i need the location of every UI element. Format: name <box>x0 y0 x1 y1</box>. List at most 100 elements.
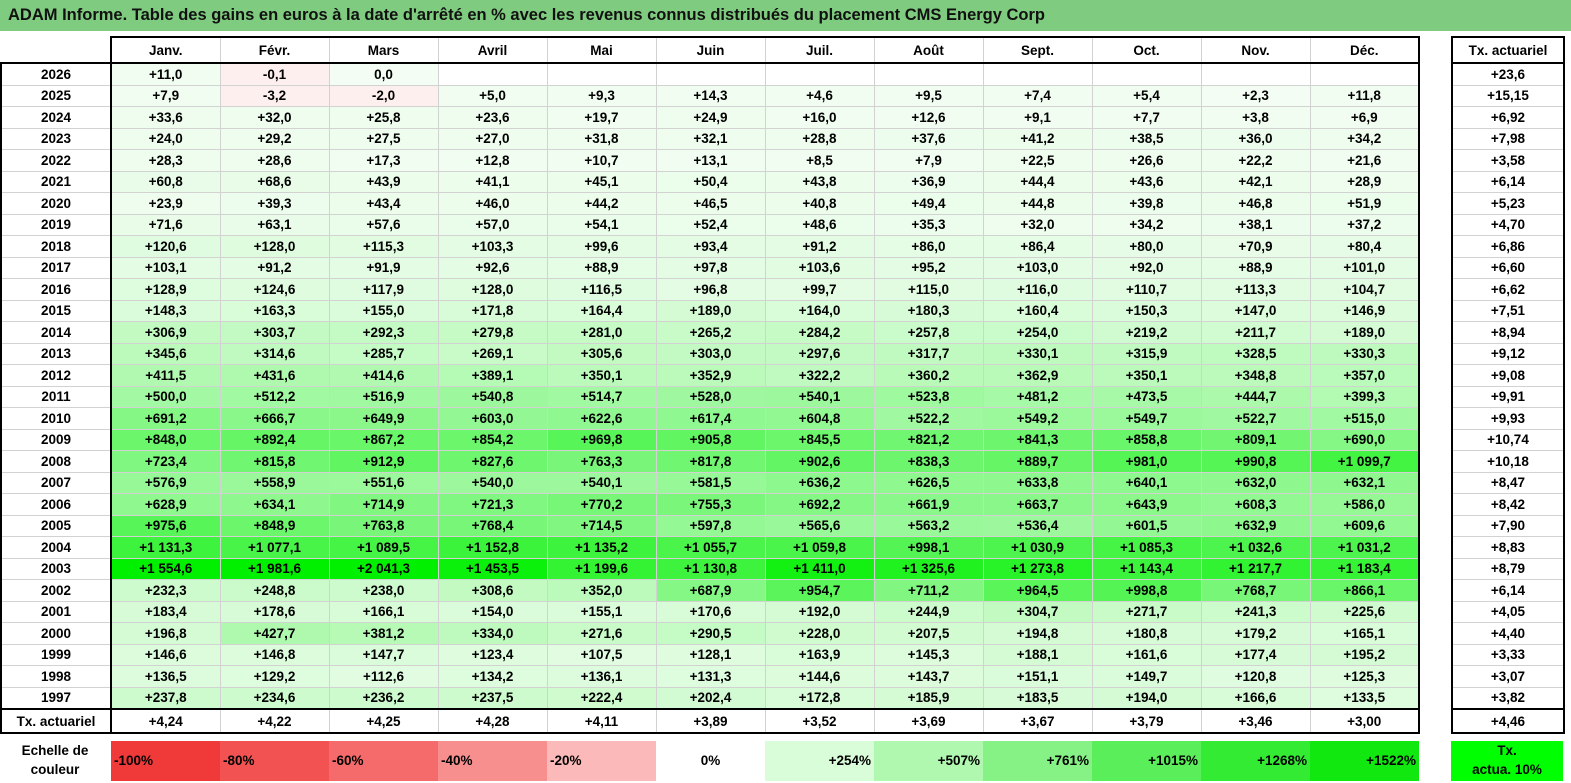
value-cell: +35,3 <box>873 213 984 236</box>
value-cell: +838,3 <box>873 450 984 473</box>
value-cell: +189,0 <box>1309 321 1420 344</box>
value-cell: +129,2 <box>219 665 330 688</box>
value-cell: +180,8 <box>1091 622 1202 645</box>
gains-table: Janv. Févr. Mars Avril Mai Juin Juil. Août Sept.… <box>0 36 1420 734</box>
value-cell: +225,6 <box>1309 600 1420 623</box>
value-cell: +269,1 <box>437 342 548 365</box>
value-cell: +7,9 <box>110 84 221 107</box>
rate-cell: +6,92 <box>1451 106 1565 129</box>
value-cell: +9,3 <box>546 84 657 107</box>
value-cell: +44,2 <box>546 192 657 215</box>
value-cell: +768,7 <box>1200 579 1311 602</box>
value-cell: +45,1 <box>546 170 657 193</box>
year-cell: 2009 <box>0 428 112 451</box>
rate-cell: +4,70 <box>1451 213 1565 236</box>
value-cell: +29,2 <box>219 127 330 150</box>
value-cell: +7,9 <box>873 149 984 172</box>
value-cell: +99,6 <box>546 235 657 258</box>
value-cell: +115,3 <box>328 235 439 258</box>
value-cell: +257,8 <box>873 321 984 344</box>
value-cell: +711,2 <box>873 579 984 602</box>
value-cell: +112,6 <box>328 665 439 688</box>
value-cell: +617,4 <box>655 407 766 430</box>
rate-cell: +4,05 <box>1451 600 1565 623</box>
value-cell: +57,0 <box>437 213 548 236</box>
value-cell: +1 032,6 <box>1200 536 1311 559</box>
corner-cell <box>1 37 111 64</box>
value-cell: +128,0 <box>219 235 330 258</box>
value-cell: +134,2 <box>437 665 548 688</box>
table-body: 2026 +11,0 -0,1 0,0 2025 +7,9 -3,2 -2,0 +5,0 +9,3… <box>0 62 1420 710</box>
month-header: Avril <box>437 36 548 64</box>
table-row: 2021 +60,8 +68,6 +43,9 +41,1 +45,1 +50,4 +43,8 +… <box>0 170 1420 193</box>
value-cell: +1 099,7 <box>1309 450 1420 473</box>
table-row: 1998 +136,5 +129,2 +112,6 +134,2 +136,1 +131,3… <box>0 665 1420 688</box>
value-cell: +177,4 <box>1200 643 1311 666</box>
value-cell <box>437 62 548 86</box>
footer-value: +3,52 <box>764 708 875 734</box>
value-cell: +120,6 <box>110 235 221 258</box>
year-cell: 2002 <box>0 579 112 602</box>
value-cell: +88,9 <box>1200 256 1311 279</box>
value-cell: +563,2 <box>873 514 984 537</box>
value-cell: +123,4 <box>437 643 548 666</box>
value-cell: +52,4 <box>655 213 766 236</box>
value-cell: +68,6 <box>219 170 330 193</box>
value-cell: +147,0 <box>1200 299 1311 322</box>
value-cell: +586,0 <box>1309 493 1420 516</box>
value-cell: +244,9 <box>873 600 984 623</box>
value-cell: +633,8 <box>982 471 1093 494</box>
value-cell: +411,5 <box>110 364 221 387</box>
value-cell: +219,2 <box>1091 321 1202 344</box>
value-cell: +981,0 <box>1091 450 1202 473</box>
table-row: 2019 +71,6 +63,1 +57,6 +57,0 +54,1 +52,4 +48,6 +… <box>0 213 1420 236</box>
value-cell: +381,2 <box>328 622 439 645</box>
value-cell: +24,0 <box>110 127 221 150</box>
value-cell: +414,6 <box>328 364 439 387</box>
value-cell: +643,9 <box>1091 493 1202 516</box>
value-cell: +271,7 <box>1091 600 1202 623</box>
value-cell: +28,6 <box>219 149 330 172</box>
value-cell: +183,5 <box>982 686 1093 710</box>
value-cell: +292,3 <box>328 321 439 344</box>
value-cell: +11,8 <box>1309 84 1420 107</box>
value-cell: +97,8 <box>655 256 766 279</box>
value-cell: +163,9 <box>764 643 875 666</box>
value-cell: +330,3 <box>1309 342 1420 365</box>
rate-cell: +6,14 <box>1451 579 1565 602</box>
value-cell: +91,2 <box>219 256 330 279</box>
value-cell: +42,1 <box>1200 170 1311 193</box>
value-cell: +28,8 <box>764 127 875 150</box>
table-row: 2010 +691,2 +666,7 +649,9 +603,0 +622,6 +617,4… <box>0 407 1420 430</box>
value-cell: +194,8 <box>982 622 1093 645</box>
value-cell: +9,5 <box>873 84 984 107</box>
month-header: Nov. <box>1200 36 1311 64</box>
value-cell: +687,9 <box>655 579 766 602</box>
month-header: Déc. <box>1309 36 1420 64</box>
table-row: 2001 +183,4 +178,6 +166,1 +154,0 +155,1 +170,6… <box>0 600 1420 623</box>
value-cell: +188,1 <box>982 643 1093 666</box>
value-cell: +49,4 <box>873 192 984 215</box>
rate-footer-value: +4,46 <box>1451 708 1565 734</box>
value-cell: +192,0 <box>764 600 875 623</box>
year-cell: 2005 <box>0 514 112 537</box>
year-cell: 2022 <box>0 149 112 172</box>
value-cell: +39,3 <box>219 192 330 215</box>
value-cell: +38,5 <box>1091 127 1202 150</box>
month-header: Mars <box>328 36 439 64</box>
table-row: 2008 +723,4 +815,8 +912,9 +827,6 +763,3 +817,8… <box>0 450 1420 473</box>
table-row: 2005 +975,6 +848,9 +763,8 +768,4 +714,5 +597,8… <box>0 514 1420 537</box>
value-cell: +43,6 <box>1091 170 1202 193</box>
value-cell: +149,7 <box>1091 665 1202 688</box>
value-cell: +37,6 <box>873 127 984 150</box>
value-cell: +21,6 <box>1309 149 1420 172</box>
value-cell: +604,8 <box>764 407 875 430</box>
month-header: Juin <box>655 36 766 64</box>
value-cell: -3,2 <box>219 84 330 107</box>
table-row: 2013 +345,6 +314,6 +285,7 +269,1 +305,6 +303,0… <box>0 342 1420 365</box>
value-cell: +690,0 <box>1309 428 1420 451</box>
table-row: 2022 +28,3 +28,6 +17,3 +12,8 +10,7 +13,1 +8,5 +7… <box>0 149 1420 172</box>
value-cell: +297,6 <box>764 342 875 365</box>
value-cell: +1 030,9 <box>982 536 1093 559</box>
value-cell: +196,8 <box>110 622 221 645</box>
